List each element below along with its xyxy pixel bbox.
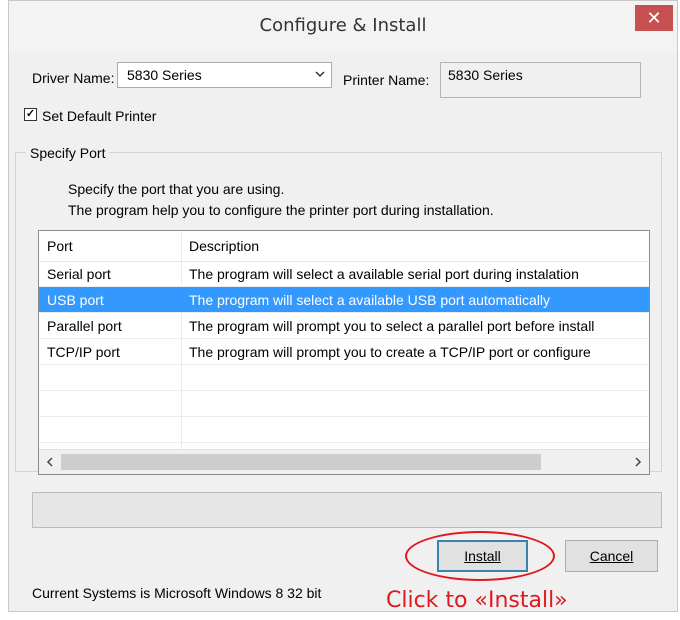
scroll-right-icon[interactable] [627,450,649,474]
port-row-usb[interactable]: USB port The program will select a avail… [39,287,649,313]
install-progress-bar [32,492,662,528]
title-bar: Configure & Install ✕ [9,1,677,51]
empty-row [39,417,649,443]
driver-name-label: Driver Name: [32,70,115,86]
description-cell: The program will prompt you to select a … [189,317,595,334]
driver-name-dropdown[interactable]: 5830 Series [117,62,332,88]
cancel-button-label: Cancel [589,548,634,564]
cancel-button[interactable]: Cancel [565,540,658,572]
specify-port-legend: Specify Port [26,145,110,161]
annotation-text: Click to «Install» [386,588,568,613]
description-cell: The program will select a available seri… [189,265,579,282]
port-row-serial[interactable]: Serial port The program will select a av… [39,261,649,287]
printer-name-value: 5830 Series [448,67,523,83]
port-cell: Serial port [47,265,111,282]
driver-name-value: 5830 Series [127,67,202,83]
port-cell: USB port [47,291,104,308]
printer-name-field[interactable]: 5830 Series [440,62,641,98]
system-status-text: Current Systems is Microsoft Windows 8 3… [32,585,322,601]
port-hint-line2: The program help you to configure the pr… [68,202,494,218]
close-icon: ✕ [646,7,662,28]
port-list-header: Port Description [39,231,649,262]
set-default-printer-checkbox[interactable]: ✓ [24,108,37,121]
window-title: Configure & Install [259,15,427,36]
port-cell: TCP/IP port [47,343,120,360]
chevron-down-icon[interactable] [315,67,325,81]
port-row-parallel[interactable]: Parallel port The program will prompt yo… [39,313,649,339]
description-cell: The program will select a available USB … [189,291,551,308]
scroll-left-icon[interactable] [39,450,61,474]
port-hint-line1: Specify the port that you are using. [68,181,285,197]
column-header-port[interactable]: Port [39,231,181,261]
port-list[interactable]: Port Description Serial port The program… [38,230,650,475]
description-cell: The program will prompt you to create a … [189,343,591,360]
close-button[interactable]: ✕ [635,5,673,31]
empty-row [39,391,649,417]
port-row-tcpip[interactable]: TCP/IP port The program will prompt you … [39,339,649,365]
scrollbar-thumb[interactable] [61,454,541,470]
set-default-printer-label: Set Default Printer [42,108,157,124]
highlight-ellipse [405,531,555,581]
port-cell: Parallel port [47,317,122,334]
column-header-description[interactable]: Description [181,231,649,261]
empty-row [39,365,649,391]
printer-name-label: Printer Name: [343,72,430,88]
horizontal-scrollbar[interactable] [39,449,649,474]
